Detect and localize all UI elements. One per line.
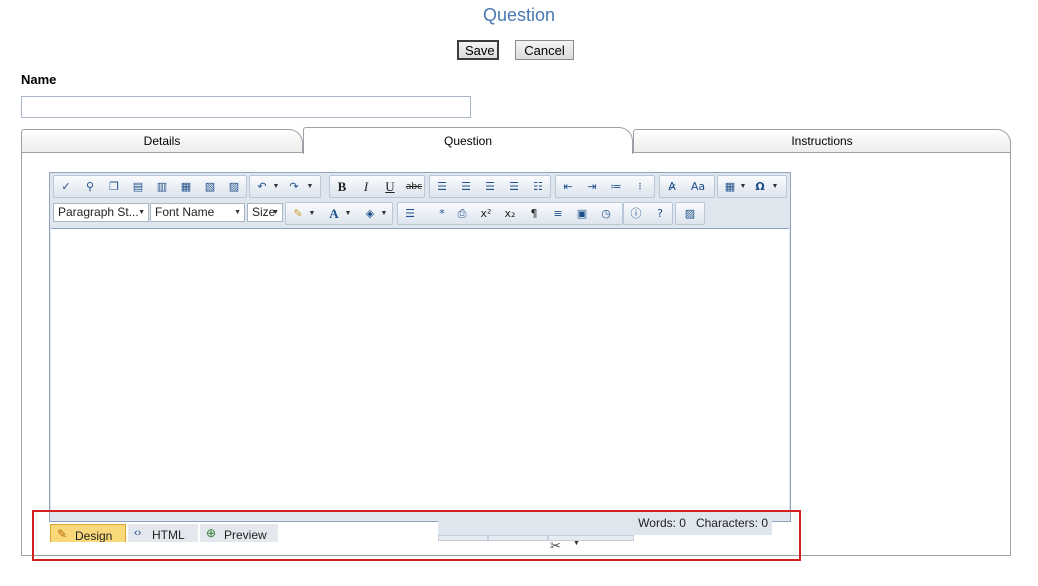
chevron-down-icon: ▼: [272, 209, 279, 216]
editor-mode-bar: ✎ Design ‹› HTML ⊕ Preview: [49, 522, 791, 542]
mode-tab-design[interactable]: ✎ Design: [50, 524, 126, 542]
asterisk-icon[interactable]: *: [432, 205, 452, 223]
numbered-list-icon[interactable]: ≔: [606, 178, 626, 196]
underline-icon[interactable]: U: [380, 178, 400, 196]
toolbar-group-insert: ▦ ▼ Ω ▼: [717, 175, 787, 198]
redo-dropdown-icon[interactable]: ▼: [306, 178, 314, 196]
sub-toolbar-cell: [488, 535, 548, 541]
horizontal-rule-icon[interactable]: ≡: [548, 205, 568, 223]
highlight-dropdown-icon[interactable]: ▼: [308, 205, 316, 223]
find-replace-icon[interactable]: ⚲: [80, 178, 100, 196]
redo-icon[interactable]: ↷: [284, 178, 304, 196]
mode-tab-label: Preview: [224, 528, 267, 542]
magnifier-icon: ⊕: [206, 526, 217, 540]
toolbar-group-history: ↶ ▼ ↷ ▼: [249, 175, 321, 198]
strikethrough-icon[interactable]: abc: [404, 178, 424, 196]
toolbar-group-clipboard: ✓ ⚲ ❐ ▤ ▥ ▦ ▧ ▨: [53, 175, 247, 198]
bulleted-list-icon[interactable]: ⁝: [630, 178, 650, 196]
sub-toolbar-cell: [438, 535, 488, 541]
outdent-icon[interactable]: ⇤: [558, 178, 578, 196]
bold-icon[interactable]: B: [332, 178, 352, 196]
highlight-icon[interactable]: ✎: [288, 205, 308, 223]
remove-alignment-icon[interactable]: ☷: [528, 178, 548, 196]
background-color-icon[interactable]: ◈: [360, 205, 380, 223]
editor-content-area[interactable]: [51, 228, 789, 512]
align-center-icon[interactable]: ☰: [456, 178, 476, 196]
document-icon[interactable]: ▣: [572, 205, 592, 223]
format-stripper-icon[interactable]: A̷: [662, 178, 682, 196]
align-left-icon[interactable]: ☰: [432, 178, 452, 196]
paste-html-icon[interactable]: ▧: [200, 178, 220, 196]
paste-icon[interactable]: ▤: [128, 178, 148, 196]
image-manager-icon[interactable]: ▨: [680, 205, 700, 223]
cut-dropdown-icon[interactable]: ▼: [573, 540, 580, 547]
table-dropdown-icon[interactable]: ▼: [739, 178, 747, 196]
align-paragraph-icon[interactable]: ☰: [400, 205, 420, 223]
spellcheck-icon[interactable]: ✓: [56, 178, 76, 196]
special-characters-icon[interactable]: Ω: [750, 178, 770, 196]
font-size-select[interactable]: Size ▼: [247, 203, 283, 222]
toolbar-group-alignment: ☰ ☰ ☰ ☰ ☷: [429, 175, 551, 198]
paragraph-mark-icon[interactable]: ¶: [524, 205, 544, 223]
print-icon[interactable]: ⎙: [452, 205, 472, 223]
align-right-icon[interactable]: ☰: [480, 178, 500, 196]
info-icon[interactable]: ⓘ: [626, 205, 646, 223]
chevron-down-icon: ▼: [138, 209, 145, 216]
toolbar-group-colors: ✎ ▼ A ▼ ◈ ▼: [285, 202, 393, 225]
tab-question[interactable]: Question: [303, 127, 633, 154]
page-title: Question: [482, 5, 556, 25]
subscript-icon[interactable]: x₂: [500, 205, 520, 223]
help-icon[interactable]: ?: [650, 205, 670, 223]
paste-as-icon[interactable]: ▨: [224, 178, 244, 196]
tab-instructions[interactable]: Instructions: [633, 129, 1011, 153]
name-label: Name: [21, 72, 57, 87]
superscript-icon[interactable]: x²: [476, 205, 496, 223]
tab-details[interactable]: Details: [21, 129, 303, 153]
toolbar-group-font-style: B I U abc: [329, 175, 425, 198]
convert-case-icon[interactable]: Aa: [688, 178, 708, 196]
undo-dropdown-icon[interactable]: ▼: [272, 178, 280, 196]
mode-tab-preview[interactable]: ⊕ Preview: [200, 524, 278, 542]
mode-tab-html[interactable]: ‹› HTML: [128, 524, 198, 542]
cancel-button[interactable]: Cancel: [515, 40, 574, 60]
toolbar-group-media: ▨: [675, 202, 705, 225]
table-icon[interactable]: ▦: [720, 178, 740, 196]
paragraph-style-select[interactable]: Paragraph St... ▼: [53, 203, 149, 222]
italic-icon[interactable]: I: [356, 178, 376, 196]
toolbar-group-formatting: A̷ Aa: [659, 175, 715, 198]
toolbar-group-help: ⓘ ?: [623, 202, 673, 225]
cut-icon[interactable]: ✂: [550, 538, 561, 554]
font-color-dropdown-icon[interactable]: ▼: [344, 205, 352, 223]
editor-sub-toolbar: [438, 535, 634, 551]
font-name-value: Font Name: [155, 205, 215, 219]
chevron-down-icon: ▼: [234, 209, 241, 216]
paste-from-word-icon[interactable]: ▥: [152, 178, 172, 196]
html-tags-icon: ‹›: [134, 527, 142, 539]
mode-tab-label: Design: [75, 529, 113, 542]
font-name-select[interactable]: Font Name ▼: [150, 203, 245, 222]
paste-plain-text-icon[interactable]: ▦: [176, 178, 196, 196]
clock-icon[interactable]: ◷: [596, 205, 616, 223]
special-characters-dropdown-icon[interactable]: ▼: [771, 178, 779, 196]
font-color-icon[interactable]: A: [324, 205, 344, 223]
undo-icon[interactable]: ↶: [252, 178, 272, 196]
toolbar-group-lists: ⇤ ⇥ ≔ ⁝: [555, 175, 655, 198]
rich-text-editor: ✓ ⚲ ❐ ▤ ▥ ▦ ▧ ▨ ↶ ▼ ↷ ▼ B I U abc ☰ ☰ ☰ …: [49, 172, 791, 522]
copy-icon[interactable]: ❐: [104, 178, 124, 196]
background-color-dropdown-icon[interactable]: ▼: [380, 205, 388, 223]
indent-icon[interactable]: ⇥: [582, 178, 602, 196]
paragraph-style-value: Paragraph St...: [58, 205, 139, 219]
justify-icon[interactable]: ☰: [504, 178, 524, 196]
toolbar-group-misc: ☰ * ⎙ x² x₂ ¶ ≡ ▣ ◷: [397, 202, 623, 225]
tab-strip: Details Question Instructions: [21, 127, 1011, 154]
name-input[interactable]: [21, 96, 471, 118]
save-button[interactable]: Save: [457, 40, 499, 60]
mode-tab-label: HTML: [152, 528, 185, 542]
pencil-icon: ✎: [57, 527, 68, 541]
